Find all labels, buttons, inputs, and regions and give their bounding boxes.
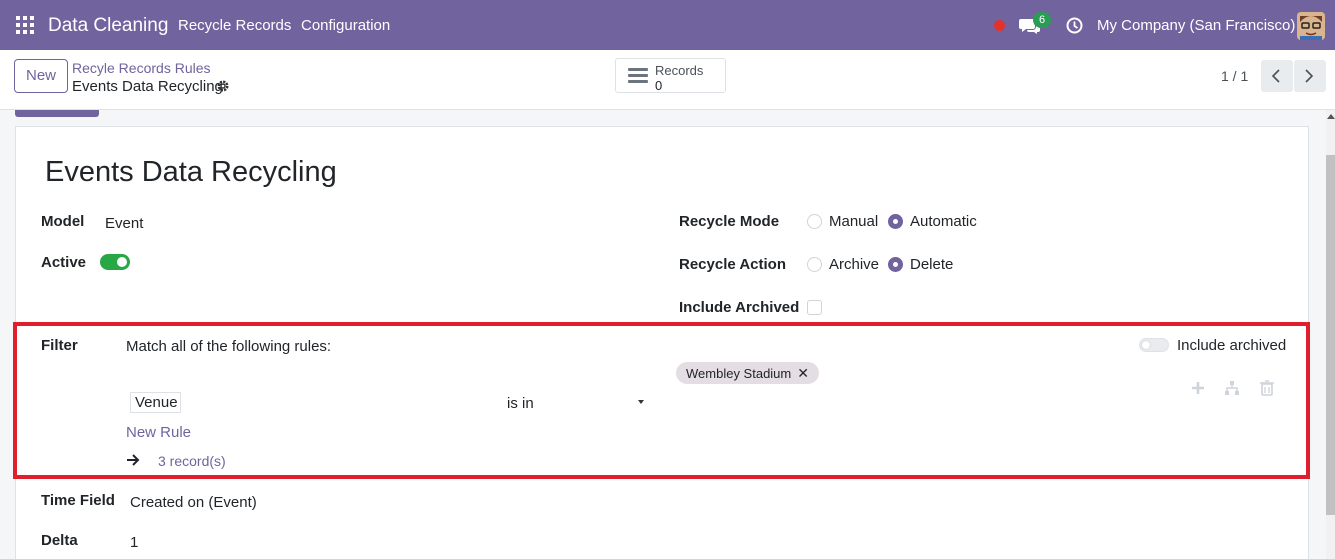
include-archived-checkbox[interactable]	[807, 300, 822, 315]
operator-dropdown-caret-icon[interactable]	[638, 400, 644, 404]
recording-dot-icon[interactable]	[994, 20, 1005, 31]
add-rule-icon[interactable]	[1190, 380, 1206, 396]
include-archived-label: Include Archived	[679, 299, 800, 316]
time-field-label: Time Field	[41, 492, 115, 509]
chat-count-badge: 6	[1033, 12, 1051, 28]
recycle-action-label: Recycle Action	[679, 256, 786, 273]
breadcrumb-parent[interactable]: Recyle Records Rules	[72, 60, 211, 76]
breadcrumb-current: Events Data Recycling	[72, 78, 223, 95]
pager-value[interactable]: 1 / 1	[1221, 68, 1248, 84]
radio-archive-label[interactable]: Archive	[829, 256, 879, 273]
stat-value: 0	[655, 78, 663, 93]
company-switcher[interactable]: My Company (San Francisco)	[1097, 17, 1295, 34]
radio-automatic-label[interactable]: Automatic	[910, 213, 977, 230]
scroll-up-arrow-icon[interactable]	[1327, 114, 1335, 119]
include-archived-toggle[interactable]	[1139, 338, 1169, 352]
add-branch-icon[interactable]	[1224, 380, 1240, 396]
model-label: Model	[41, 213, 85, 230]
radio-manual[interactable]	[807, 214, 822, 229]
radio-archive[interactable]	[807, 257, 822, 272]
rule-field-selector[interactable]: Venue	[130, 392, 181, 413]
venue-tag: Wembley Stadium ✕	[676, 362, 819, 384]
trash-icon[interactable]	[1259, 380, 1275, 396]
stat-label: Records	[655, 63, 704, 78]
active-label: Active	[41, 254, 87, 271]
pager-previous-button[interactable]	[1261, 60, 1293, 92]
chevron-right-icon	[1305, 69, 1314, 83]
records-count-link[interactable]: 3 record(s)	[158, 453, 226, 469]
remove-tag-icon[interactable]: ✕	[797, 362, 809, 384]
record-title[interactable]: Events Data Recycling	[45, 156, 337, 189]
recycle-mode-label: Recycle Mode	[679, 213, 780, 230]
arrow-right-icon	[127, 454, 140, 466]
gear-icon[interactable]	[216, 79, 230, 93]
delta-value[interactable]: 1	[130, 534, 138, 551]
chevron-left-icon	[1271, 69, 1280, 83]
radio-delete[interactable]	[888, 257, 903, 272]
records-stat-button[interactable]: Records 0	[615, 58, 726, 93]
radio-automatic[interactable]	[888, 214, 903, 229]
time-field-value[interactable]: Created on (Event)	[130, 494, 257, 511]
include-archived-toggle-label[interactable]: Include archived	[1177, 337, 1286, 354]
new-rule-link[interactable]: New Rule	[126, 424, 191, 441]
active-toggle[interactable]	[100, 254, 130, 270]
filter-label: Filter	[41, 337, 78, 354]
scroll-thumb[interactable]	[1326, 155, 1335, 515]
radio-delete-label[interactable]: Delete	[910, 256, 953, 273]
model-value[interactable]: Event	[105, 215, 143, 232]
menu-recycle-records[interactable]: Recycle Records	[178, 17, 291, 34]
status-bar-button-edge[interactable]	[15, 110, 99, 117]
radio-manual-label[interactable]: Manual	[829, 213, 878, 230]
apps-grid-icon[interactable]	[16, 16, 34, 34]
pager-next-button[interactable]	[1294, 60, 1326, 92]
venue-tag-label: Wembley Stadium	[686, 366, 792, 381]
control-panel: New Recyle Records Rules Events Data Rec…	[0, 50, 1335, 110]
app-brand[interactable]: Data Cleaning	[48, 15, 168, 37]
menu-configuration[interactable]: Configuration	[301, 17, 390, 34]
user-avatar[interactable]	[1297, 12, 1325, 40]
top-navbar: Data Cleaning Recycle Records Configurat…	[0, 0, 1335, 50]
rule-operator[interactable]: is in	[507, 395, 534, 412]
filter-match-text: Match all of the following rules:	[126, 338, 332, 355]
clock-icon[interactable]	[1066, 17, 1083, 34]
list-icon	[628, 68, 648, 84]
delta-label: Delta	[41, 532, 78, 549]
new-button[interactable]: New	[14, 59, 68, 93]
